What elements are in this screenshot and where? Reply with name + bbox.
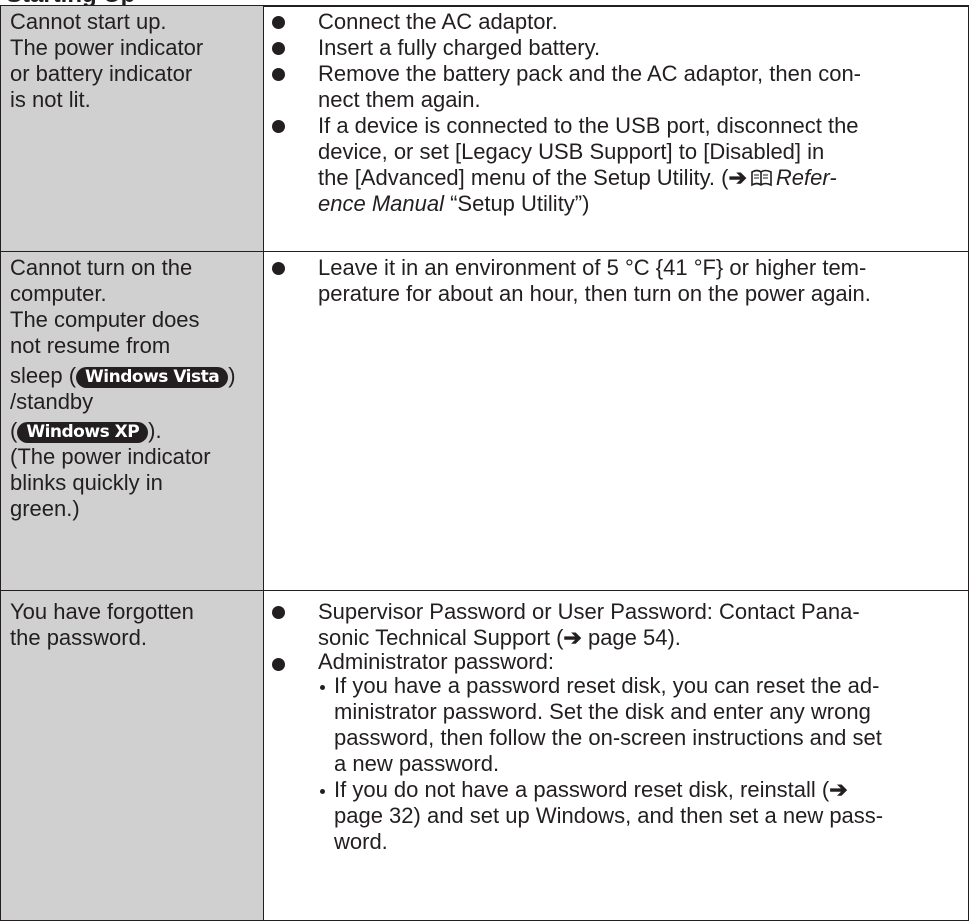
solution-text: the [Advanced] menu of the Setup Utility… (318, 165, 837, 190)
problem-text: (The power indicator (10, 444, 211, 469)
solution-text: Administrator password: (318, 649, 554, 674)
solution-text: If you do not have a password reset disk… (334, 777, 848, 802)
solution-item: Connect the AC adaptor. (272, 9, 968, 35)
sub-item: If you do not have a password reset disk… (318, 777, 966, 855)
solution-text: perature for about an hour, then turn on… (318, 281, 871, 306)
solution-cell: Leave it in an environment of 5 °C {41 °… (263, 251, 969, 591)
arrow-icon: ➔ (563, 625, 582, 650)
bullet-icon (272, 68, 285, 81)
solution-text: If you have a password reset disk, you c… (334, 673, 880, 698)
solution-text: device, or set [Legacy USB Support] to [… (318, 139, 825, 164)
solution-cell: Connect the AC adaptor. Insert a fully c… (263, 5, 969, 252)
solution-item: Insert a fully charged battery. (272, 35, 968, 61)
manual-page: Starting Up Cannot start up. The power i… (0, 0, 969, 921)
problem-text: (Windows XP). (10, 418, 162, 443)
problem-text: /standby (10, 389, 94, 414)
solution-text: Remove the battery pack and the AC adapt… (318, 61, 862, 86)
solution-text: Leave it in an environment of 5 °C {41 °… (318, 255, 867, 280)
solution-text: sonic Technical Support (➔ page 54). (318, 625, 681, 650)
bullet-icon (272, 606, 285, 619)
solution-text: If a device is connected to the USB port… (318, 113, 859, 138)
solution-list: Supervisor Password or User Password: Co… (272, 599, 968, 855)
book-icon (751, 169, 772, 187)
solution-text: a new password. (334, 751, 500, 776)
arrow-icon: ➔ (829, 777, 848, 802)
sub-item: If you have a password reset disk, you c… (318, 673, 966, 777)
sub-list: If you have a password reset disk, you c… (318, 673, 966, 855)
bullet-icon (272, 120, 285, 133)
problem-text: computer. (10, 281, 107, 306)
solution-item: Supervisor Password or User Password: Co… (272, 599, 968, 651)
problem-text: or battery indicator (10, 61, 193, 86)
solution-item: Remove the battery pack and the AC adapt… (272, 61, 968, 113)
bullet-icon (272, 658, 285, 671)
table-row: Cannot turn on the computer. The compute… (0, 251, 969, 591)
solution-text: page 32) and set up Windows, and then se… (334, 803, 884, 828)
solution-item: Administrator password: If you have a pa… (272, 651, 968, 855)
arrow-icon: ➔ (728, 165, 747, 190)
solution-text: Connect the AC adaptor. (318, 9, 558, 34)
bullet-icon (272, 262, 285, 275)
bullet-icon (272, 16, 285, 29)
problem-text: sleep (Windows Vista) (10, 363, 236, 388)
solution-item: Leave it in an environment of 5 °C {41 °… (272, 255, 968, 307)
troubleshooting-table: Cannot start up. The power indicator or … (0, 5, 969, 921)
solution-list: Leave it in an environment of 5 °C {41 °… (272, 255, 968, 307)
problem-text: Cannot start up. (10, 9, 167, 34)
problem-cell: Cannot turn on the computer. The compute… (0, 251, 264, 591)
windows-xp-badge: Windows XP (17, 422, 149, 443)
problem-text: is not lit. (10, 87, 91, 112)
problem-text: green.) (10, 496, 80, 521)
solution-text: nect them again. (318, 87, 481, 112)
problem-text: You have forgotten (10, 599, 194, 624)
table-row: You have forgotten the password. Supervi… (0, 590, 969, 921)
solution-text: ence Manual “Setup Utility”) (318, 191, 590, 216)
solution-text: Supervisor Password or User Password: Co… (318, 599, 860, 624)
problem-cell: Cannot start up. The power indicator or … (0, 5, 264, 252)
table-row: Cannot start up. The power indicator or … (0, 5, 969, 252)
solution-cell: Supervisor Password or User Password: Co… (263, 590, 969, 921)
problem-text: blinks quickly in (10, 470, 163, 495)
problem-cell: You have forgotten the password. (0, 590, 264, 921)
problem-text: not resume from (10, 333, 171, 358)
solution-text: ministrator password. Set the disk and e… (334, 699, 871, 724)
solution-text: Insert a fully charged battery. (318, 35, 601, 60)
problem-text: The power indicator (10, 35, 204, 60)
bullet-icon (272, 42, 285, 55)
problem-text: The computer does (10, 307, 200, 332)
solution-text: word. (334, 829, 388, 854)
windows-vista-badge: Windows Vista (76, 367, 229, 388)
solution-list: Connect the AC adaptor. Insert a fully c… (272, 9, 968, 217)
problem-text: Cannot turn on the (10, 255, 193, 280)
solution-text: password, then follow the on-screen inst… (334, 725, 882, 750)
problem-text: the password. (10, 625, 147, 650)
solution-item: If a device is connected to the USB port… (272, 113, 968, 217)
